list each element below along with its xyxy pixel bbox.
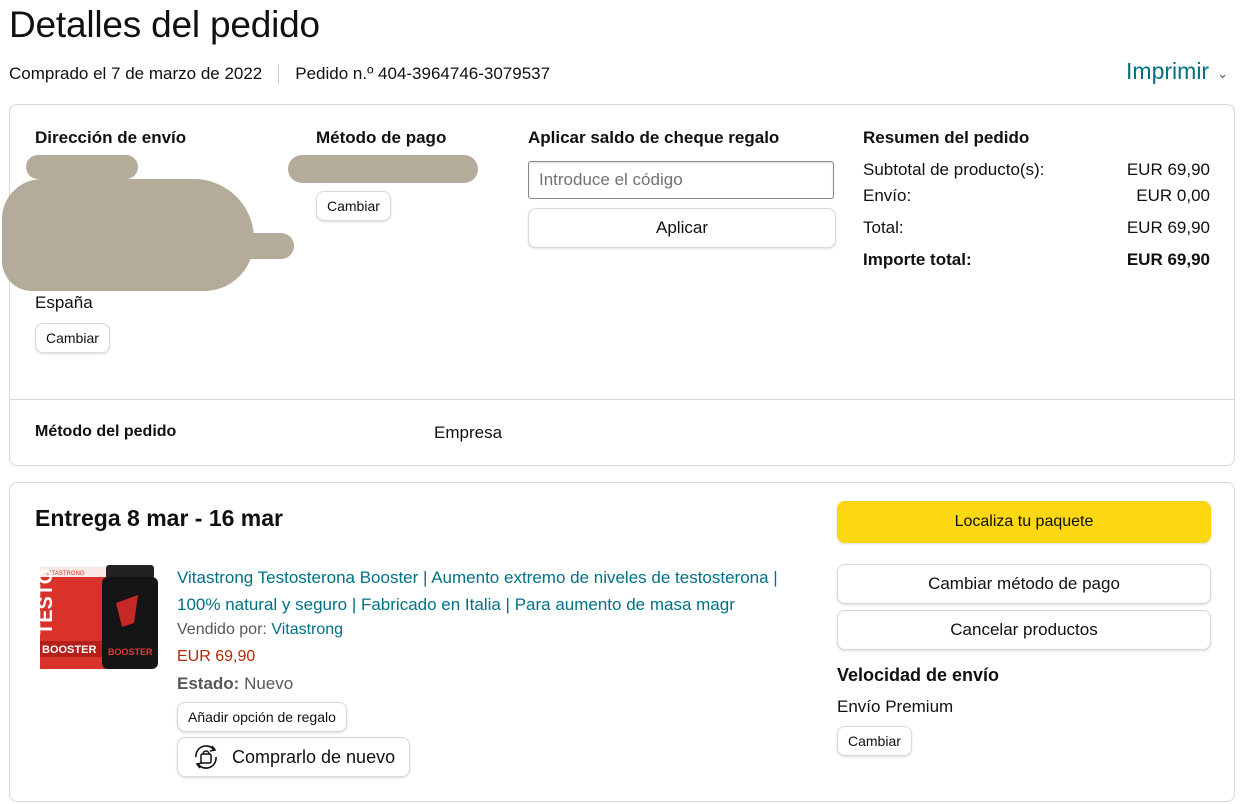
summary-value: EUR 69,90 <box>1126 250 1210 269</box>
box-booster-text: BOOSTER <box>42 644 96 656</box>
shipping-speed-heading: Velocidad de envío <box>837 665 1000 685</box>
seller-link[interactable]: Vitastrong <box>271 621 343 638</box>
summary-label: Subtotal de producto(s): <box>863 160 1045 179</box>
shipping-country: España <box>35 293 93 312</box>
delivery-card: Entrega 8 mar - 16 mar VITASTRONG TESTO … <box>9 482 1235 802</box>
condition: Estado: Nuevo <box>177 674 293 694</box>
buy-again-icon <box>190 743 222 771</box>
buy-again-button[interactable]: Comprarlo de nuevo <box>177 737 411 777</box>
change-shipping-speed-button[interactable]: Cambiar <box>837 726 912 756</box>
product-price: EUR 69,90 <box>177 648 256 665</box>
print-dropdown[interactable]: Imprimir ⌄ <box>1126 58 1228 85</box>
order-summary-heading: Resumen del pedido <box>863 128 1030 147</box>
order-summary-card: Dirección de envío España Cambiar Método… <box>2 104 1235 466</box>
summary-label: Envío: <box>863 186 912 205</box>
product-image[interactable]: VITASTRONG TESTO BOOSTER BOOSTER <box>35 563 162 673</box>
product-title-link[interactable]: Vitastrong Testosterona Booster | Aument… <box>177 565 807 618</box>
gift-code-input[interactable]: Introduce el código <box>528 161 834 199</box>
summary-label: Total: <box>863 218 904 237</box>
redacted-payment-method <box>288 155 478 183</box>
product-image-graphic: VITASTRONG TESTO BOOSTER BOOSTER <box>35 565 158 669</box>
delivery-heading: Entrega 8 mar - 16 mar <box>35 505 284 531</box>
print-label: Imprimir <box>1126 58 1210 84</box>
add-gift-option-button[interactable]: Añadir opción de regalo <box>177 702 347 732</box>
change-payment-method-button[interactable]: Cambiar método de pago <box>837 564 1211 604</box>
condition-value: Nuevo <box>244 674 294 693</box>
purchase-date: Comprado el 7 de marzo de 2022 <box>9 64 263 83</box>
change-address-button[interactable]: Cambiar <box>35 323 110 353</box>
payment-method-heading: Método de pago <box>316 128 447 147</box>
buy-again-label: Comprarlo de nuevo <box>232 747 396 767</box>
track-package-button[interactable]: Localiza tu paquete <box>837 501 1211 543</box>
redacted-address-line <box>26 155 138 179</box>
apply-gift-button[interactable]: Aplicar <box>528 208 836 248</box>
order-number: Pedido n.º 404-3964746-3079537 <box>295 64 551 83</box>
cancel-items-button[interactable]: Cancelar productos <box>837 610 1211 650</box>
gift-card-heading: Aplicar saldo de cheque regalo <box>528 128 780 147</box>
meta-divider <box>278 64 280 84</box>
redacted-address-line <box>190 233 294 259</box>
summary-row: Envío: EUR 0,00 <box>863 186 1210 206</box>
summary-value: EUR 0,00 <box>1136 186 1210 205</box>
summary-value: EUR 69,90 <box>1126 160 1210 179</box>
sold-by: Vendido por: Vitastrong <box>177 621 343 639</box>
chevron-down-icon: ⌄ <box>1217 65 1228 81</box>
shipping-address-heading: Dirección de envío <box>35 128 187 147</box>
summary-value: EUR 69,90 <box>1126 218 1210 237</box>
page-title: Detalles del pedido <box>9 4 320 45</box>
jar-booster-text: BOOSTER <box>108 647 153 657</box>
order-method-value: Empresa <box>434 423 503 442</box>
summary-row: Subtotal de producto(s): EUR 69,90 <box>863 160 1210 180</box>
sold-by-label: Vendido por: <box>177 621 267 638</box>
summary-total-row: Importe total: EUR 69,90 <box>863 250 1210 270</box>
card-divider <box>10 399 1234 400</box>
order-method-label: Método del pedido <box>35 423 177 440</box>
summary-label: Importe total: <box>863 250 972 269</box>
change-payment-button[interactable]: Cambiar <box>316 191 391 221</box>
summary-row: Total: EUR 69,90 <box>863 218 1210 238</box>
box-testo-text: TESTO <box>38 569 57 635</box>
order-meta: Comprado el 7 de marzo de 2022 Pedido n.… <box>9 64 550 84</box>
shipping-speed-value: Envío Premium <box>837 697 954 716</box>
condition-label: Estado: <box>177 674 240 693</box>
